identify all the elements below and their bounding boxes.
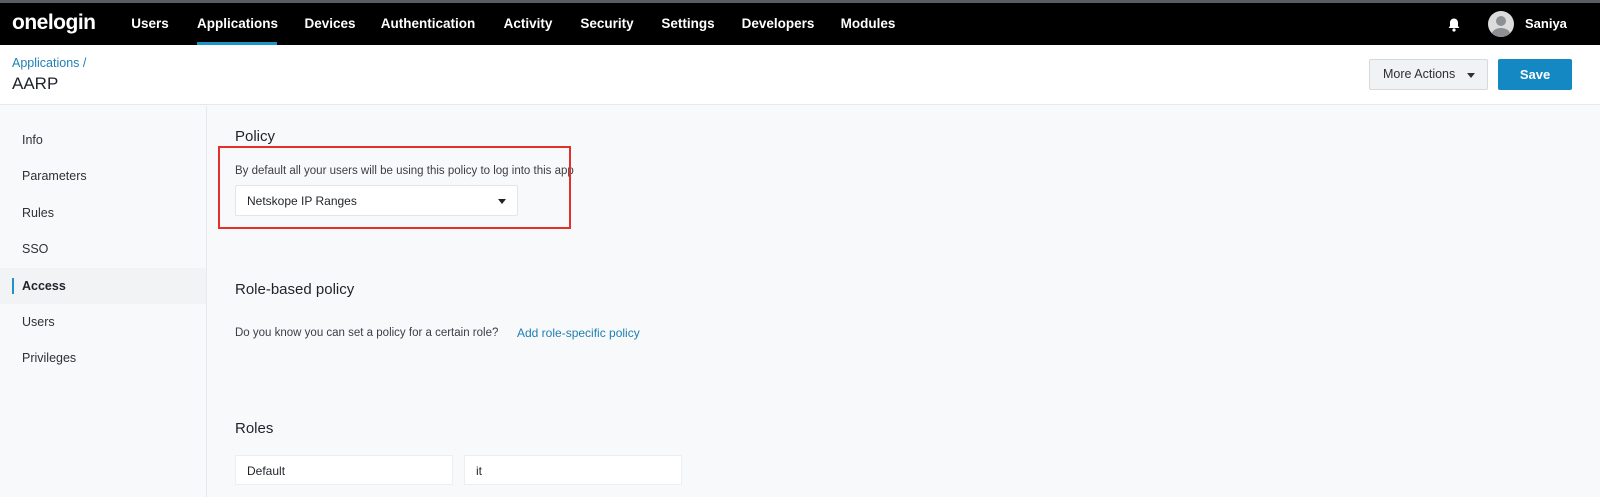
role-policy-hint: Do you know you can set a policy for a c…: [235, 327, 499, 339]
nav-item-activity[interactable]: Activity: [497, 3, 559, 45]
onelogin-logo[interactable]: onelogin: [12, 11, 96, 35]
sidebar: Info Parameters Rules SSO Access Users P…: [0, 106, 207, 497]
sidebar-item-parameters[interactable]: Parameters: [0, 158, 206, 194]
more-actions-button[interactable]: More Actions: [1369, 59, 1488, 90]
nav-item-users[interactable]: Users: [124, 3, 176, 45]
add-role-policy-link[interactable]: Add role-specific policy: [517, 326, 640, 340]
sidebar-item-users[interactable]: Users: [0, 304, 206, 340]
bell-icon[interactable]: [1446, 17, 1462, 33]
policy-select-value: Netskope IP Ranges: [247, 194, 357, 208]
nav-item-authentication[interactable]: Authentication: [380, 3, 476, 45]
nav-item-devices[interactable]: Devices: [299, 3, 361, 45]
more-actions-label: More Actions: [1383, 67, 1456, 81]
role-policy-title: Role-based policy: [235, 281, 355, 298]
user-name[interactable]: Saniya: [1525, 3, 1567, 45]
nav-item-modules[interactable]: Modules: [838, 3, 898, 45]
policy-select[interactable]: Netskope IP Ranges: [235, 185, 518, 216]
nav-item-settings[interactable]: Settings: [656, 3, 720, 45]
role-item-default[interactable]: Default: [235, 455, 453, 485]
nav-item-developers[interactable]: Developers: [740, 3, 816, 45]
policy-title: Policy: [235, 128, 276, 145]
sidebar-item-info[interactable]: Info: [0, 122, 206, 158]
page-header: Applications / AARP More Actions Save: [0, 45, 1600, 105]
roles-title: Roles: [235, 420, 274, 437]
sidebar-item-sso[interactable]: SSO: [0, 231, 206, 267]
top-navbar: onelogin Users Applications Devices Auth…: [0, 3, 1600, 45]
caret-down-icon: [498, 199, 506, 204]
policy-hint: By default all your users will be using …: [235, 165, 574, 177]
nav-item-applications[interactable]: Applications: [197, 3, 278, 45]
caret-down-icon: [1467, 73, 1475, 78]
user-avatar-icon[interactable]: [1488, 11, 1514, 37]
sidebar-item-rules[interactable]: Rules: [0, 195, 206, 231]
breadcrumb[interactable]: Applications /: [12, 56, 86, 70]
page-title: AARP: [12, 74, 59, 93]
sidebar-item-privileges[interactable]: Privileges: [0, 340, 206, 376]
sidebar-item-access[interactable]: Access: [0, 268, 206, 304]
nav-item-security[interactable]: Security: [577, 3, 637, 45]
save-button[interactable]: Save: [1498, 59, 1572, 90]
role-item-it[interactable]: it: [464, 455, 682, 485]
